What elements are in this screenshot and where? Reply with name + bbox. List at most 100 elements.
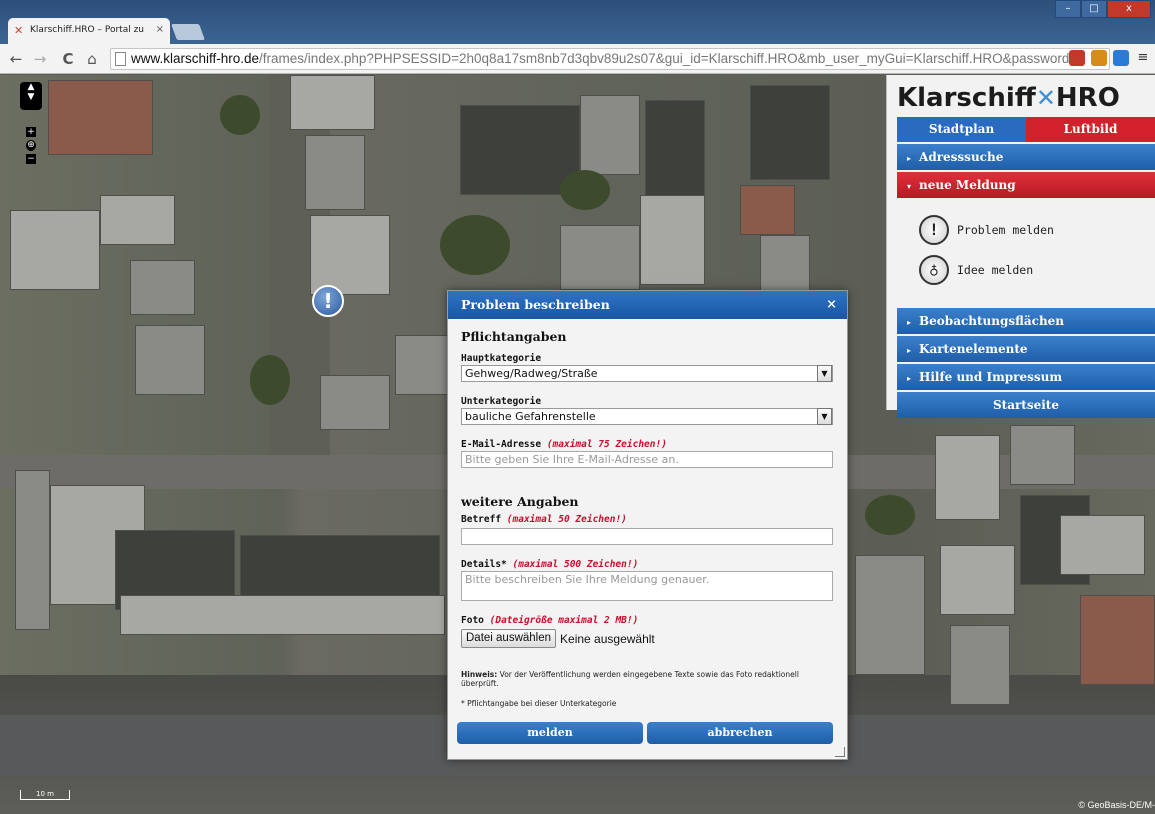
caret-right-icon: ▸ [907,153,912,163]
broom-wrench-icon: ✕ [1035,84,1056,112]
lightbulb-icon: ♁ [919,255,949,285]
new-tab-button[interactable] [171,24,205,40]
details-hint: (maximal 500 Zeichen!) [512,559,639,570]
home-icon[interactable]: ⌂ [82,49,102,69]
logo-text-left: Klarschiff [897,83,1036,113]
caret-down-icon: ▾ [907,181,912,191]
close-icon[interactable]: × [826,291,837,319]
tab-close-icon[interactable]: × [156,24,164,35]
unterkategorie-label: Unterkategorie [461,396,542,407]
accordion-label: Adresssuche [919,150,1004,164]
foto-hint: (Dateigröße maximal 2 MB!) [489,615,639,626]
neue-meldung-body: ! Problem melden ♁ Idee melden [897,200,1155,308]
idee-melden-item[interactable]: ♁ Idee melden [919,250,1155,290]
accordion-label: Beobachtungsflächen [919,314,1065,328]
resize-grip-icon[interactable] [835,747,845,757]
foto-label: Foto (Dateigröße maximal 2 MB!) [461,615,834,627]
klarschiff-logo: Klarschiff✕HRO [887,75,1155,117]
accordion-label: neue Meldung [919,178,1016,192]
browser-toolbar: ← → C ⌂ www.klarschiff-hro.de/frames/ind… [0,44,1155,74]
betreff-hint: (maximal 50 Zeichen!) [506,514,627,525]
chevron-down-icon[interactable]: ▼ [817,408,832,425]
chrome-menu-icon[interactable]: ≡ [1135,50,1151,66]
side-panel: Klarschiff✕HRO Stadtplan Luftbild ▸ Adres… [886,75,1155,418]
address-bar[interactable]: www.klarschiff-hro.de/frames/index.php?P… [110,48,1110,70]
forward-icon[interactable]: → [30,49,50,69]
url-path: /frames/index.php?PHPSESSID=2h0q8a17sm8n… [259,51,1078,66]
details-label: Details* (maximal 500 Zeichen!) [461,559,834,571]
email-label: E-Mail-Adresse (maximal 75 Zeichen!) [461,439,834,451]
file-choose-button[interactable]: Datei auswählen [461,629,557,648]
accordion-neue-meldung[interactable]: ▾ neue Meldung [897,172,1155,198]
accordion-kartenelemente[interactable]: ▸ Kartenelemente [897,336,1155,362]
betreff-label-text: Betreff [461,514,502,525]
file-upload: Datei auswählen Keine ausgewählt [461,629,834,648]
problem-dialog: Problem beschreiben × Pflichtangaben Hau… [447,290,848,760]
hinweis-text: Hinweis: Vor der Veröffentlichung werden… [461,670,834,688]
file-status: Keine ausgewählt [560,631,655,646]
caret-right-icon: ▸ [907,317,912,327]
accordion-label: Kartenelemente [919,342,1028,356]
problem-melden-item[interactable]: ! Problem melden [919,210,1155,250]
hauptkategorie-label: Hauptkategorie [461,353,542,364]
minimize-button[interactable]: – [1055,0,1081,18]
scale-bar: 10 m [20,790,70,800]
email-field[interactable]: Bitte geben Sie Ihre E-Mail-Adresse an. [461,451,833,468]
map-copyright: © GeoBasis-DE/M- [1078,800,1155,810]
hauptkategorie-value: Gehweg/Radweg/Straße [465,367,598,380]
foto-label-text: Foto [461,615,484,626]
exclamation-icon: ! [919,215,949,245]
window-controls: – □ x [1055,0,1151,18]
feed-icon[interactable] [1091,50,1107,66]
betreff-label: Betreff (maximal 50 Zeichen!) [461,514,834,526]
zoom-in-icon[interactable]: + [26,127,36,137]
browser-tab[interactable]: ✕ Klarschiff.HRO – Portal zu × [8,18,170,44]
startseite-button[interactable]: Startseite [897,392,1155,418]
accordion-adresssuche[interactable]: ▸ Adresssuche [897,144,1155,170]
dialog-actions: melden abbrechen [457,722,833,744]
zoom-out-icon[interactable]: − [26,154,36,164]
browser-tabstrip: ✕ Klarschiff.HRO – Portal zu × – □ x [0,0,1155,44]
back-icon[interactable]: ← [6,49,26,69]
abbrechen-button[interactable]: abbrechen [647,722,833,744]
klarschiff-favicon-icon: ✕ [14,24,24,37]
reload-icon[interactable]: C [58,49,78,69]
tab-luftbild[interactable]: Luftbild [1026,117,1155,142]
betreff-field[interactable] [461,528,833,545]
hauptkategorie-select[interactable]: Gehweg/Radweg/Straße ▼ [461,365,833,382]
unterkategorie-select[interactable]: bauliche Gefahrenstelle ▼ [461,408,833,425]
tab-title: Klarschiff.HRO – Portal zu [30,25,144,35]
details-field[interactable]: Bitte beschreiben Sie Ihre Meldung genau… [461,571,833,601]
dialog-titlebar[interactable]: Problem beschreiben × [448,291,847,319]
accordion-beobachtungsflaechen[interactable]: ▸ Beobachtungsflächen [897,308,1155,334]
tab-stadtplan[interactable]: Stadtplan [897,117,1026,142]
problem-melden-label: Problem melden [957,223,1054,237]
pan-control-icon[interactable]: ▲ ▼ [20,82,42,110]
hinweis-bold: Hinweis: [461,670,498,679]
weitere-heading: weitere Angaben [461,494,579,509]
window-close-button[interactable]: x [1107,0,1151,18]
caret-right-icon: ▸ [907,373,912,383]
globe-icon[interactable]: ⊕ [26,140,36,151]
pflicht-heading: Pflichtangaben [461,329,567,344]
translate-icon[interactable] [1113,50,1129,66]
chevron-down-icon[interactable]: ▼ [817,365,832,382]
accordion-hilfe[interactable]: ▸ Hilfe und Impressum [897,364,1155,390]
caret-right-icon: ▸ [907,345,912,355]
accordion-label: Hilfe und Impressum [919,370,1063,384]
adblock-icon[interactable] [1069,50,1085,66]
logo-text-right: HRO [1055,83,1120,113]
dialog-body: Pflichtangaben Hauptkategorie Gehweg/Rad… [448,319,847,708]
pflicht-note: * Pflichtangabe bei dieser Unterkategori… [461,699,617,708]
dialog-title: Problem beschreiben [461,297,610,312]
page-icon [115,52,126,66]
extension-icons: ≡ [1069,50,1151,66]
email-hint: (maximal 75 Zeichen!) [546,439,667,450]
hinweis-body: Vor der Veröffentlichung werden eingegeb… [461,670,799,688]
maximize-button[interactable]: □ [1081,0,1107,18]
problem-marker-icon[interactable]: ! [312,285,344,317]
details-label-text: Details* [461,559,507,570]
melden-button[interactable]: melden [457,722,643,744]
idee-melden-label: Idee melden [957,263,1034,277]
unterkategorie-value: bauliche Gefahrenstelle [465,410,596,423]
